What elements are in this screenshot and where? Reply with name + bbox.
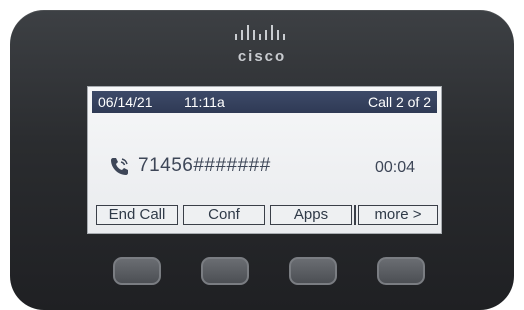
softkey-divider [354, 205, 356, 225]
phone-handset-icon [108, 155, 130, 182]
status-date: 06/14/21 [98, 94, 153, 110]
hardware-softkey-4[interactable] [377, 257, 425, 285]
hardware-softkey-2[interactable] [201, 257, 249, 285]
cisco-bridge-icon [235, 25, 285, 40]
softkey-bar: End Call Conf Apps more > [96, 205, 438, 227]
softkey-apps[interactable]: Apps [270, 205, 352, 225]
call-index: Call 2 of 2 [367, 94, 431, 110]
hardware-softkeys [0, 257, 524, 297]
softkey-more-label: more > [374, 206, 422, 223]
hardware-softkey-1[interactable] [113, 257, 161, 285]
cisco-logo: cisco [0, 24, 524, 65]
softkey-end-call[interactable]: End Call [96, 205, 178, 225]
dialed-number: 71456####### [138, 155, 271, 176]
status-time: 11:11a [184, 94, 225, 110]
softkey-conf[interactable]: Conf [183, 205, 265, 225]
active-call-row[interactable]: 71456####### 00:04 [108, 155, 429, 181]
softkey-more[interactable]: more > [354, 205, 438, 225]
brand-name: cisco [237, 48, 287, 65]
display-screen: 06/14/21 11:11a Call 2 of 2 71456#######… [87, 86, 442, 234]
call-duration: 00:04 [374, 159, 415, 176]
hardware-softkey-3[interactable] [289, 257, 337, 285]
status-bar: 06/14/21 11:11a Call 2 of 2 [92, 91, 437, 113]
